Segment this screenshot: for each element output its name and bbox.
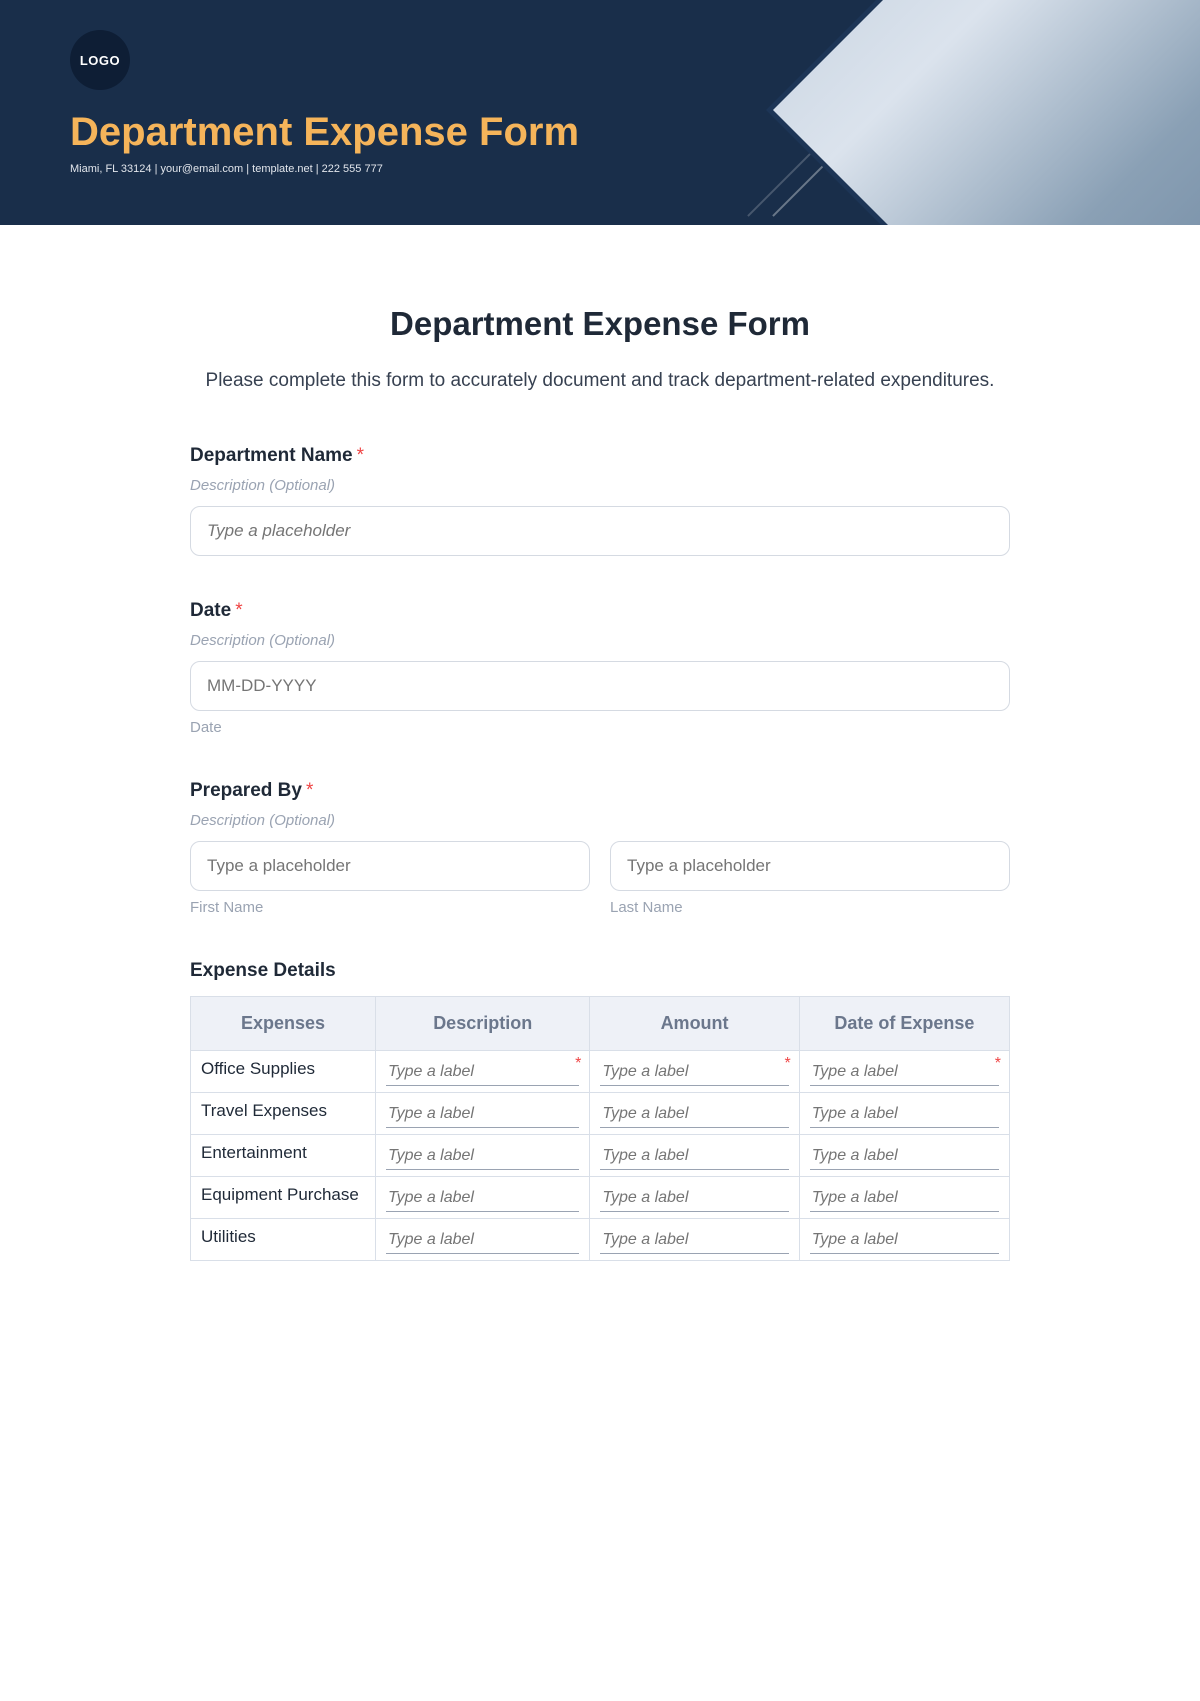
field-department-name: Department Name* Description (Optional): [190, 445, 1010, 556]
expense-cell-input[interactable]: [810, 1185, 999, 1212]
prepared-by-label: Prepared By: [190, 780, 302, 801]
expense-input-cell: [799, 1135, 1009, 1177]
table-row: Equipment Purchase: [191, 1177, 1010, 1219]
table-header-date: Date of Expense: [799, 997, 1009, 1051]
expense-cell-input[interactable]: [386, 1143, 579, 1170]
date-description: Description (Optional): [190, 632, 1010, 649]
expense-input-cell: [590, 1135, 799, 1177]
expense-input-cell: *: [799, 1051, 1009, 1093]
expense-cell-input[interactable]: [810, 1059, 999, 1086]
department-name-input[interactable]: [190, 506, 1010, 556]
expense-input-cell: [376, 1219, 590, 1261]
expense-cell-input[interactable]: [600, 1143, 788, 1170]
hero-banner: LOGO Department Expense Form Miami, FL 3…: [0, 0, 1200, 225]
table-row: Entertainment: [191, 1135, 1010, 1177]
expense-cell-input[interactable]: [810, 1101, 999, 1128]
expense-name-cell: Equipment Purchase: [191, 1177, 376, 1219]
expense-cell-input[interactable]: [600, 1059, 788, 1086]
department-name-label: Department Name: [190, 445, 353, 466]
expense-input-cell: [590, 1219, 799, 1261]
table-row: Office Supplies * * *: [191, 1051, 1010, 1093]
expense-input-cell: *: [376, 1051, 590, 1093]
table-header-expenses: Expenses: [191, 997, 376, 1051]
required-mark: *: [575, 1055, 581, 1073]
expense-cell-input[interactable]: [810, 1227, 999, 1254]
expense-input-cell: *: [590, 1051, 799, 1093]
logo: LOGO: [70, 30, 130, 90]
required-mark: *: [306, 780, 313, 801]
expense-input-cell: [590, 1177, 799, 1219]
expense-cell-input[interactable]: [386, 1185, 579, 1212]
expense-input-cell: [799, 1219, 1009, 1261]
expense-name-cell: Office Supplies: [191, 1051, 376, 1093]
expense-name-cell: Travel Expenses: [191, 1093, 376, 1135]
prepared-by-description: Description (Optional): [190, 812, 1010, 829]
expense-cell-input[interactable]: [600, 1101, 788, 1128]
last-name-sublabel: Last Name: [610, 899, 1010, 916]
form-title: Department Expense Form: [190, 305, 1010, 343]
table-row: Travel Expenses: [191, 1093, 1010, 1135]
expense-table: Expenses Description Amount Date of Expe…: [190, 996, 1010, 1261]
table-header-amount: Amount: [590, 997, 799, 1051]
expense-details-title: Expense Details: [190, 960, 1010, 982]
expense-input-cell: [590, 1093, 799, 1135]
date-label: Date: [190, 600, 231, 621]
department-name-description: Description (Optional): [190, 477, 1010, 494]
expense-cell-input[interactable]: [600, 1185, 788, 1212]
expense-input-cell: [376, 1135, 590, 1177]
table-header-description: Description: [376, 997, 590, 1051]
form-intro: Please complete this form to accurately …: [190, 365, 1010, 397]
expense-cell-input[interactable]: [600, 1227, 788, 1254]
required-mark: *: [235, 600, 242, 621]
expense-cell-input[interactable]: [386, 1227, 579, 1254]
first-name-sublabel: First Name: [190, 899, 590, 916]
date-sublabel: Date: [190, 719, 1010, 736]
required-mark: *: [995, 1055, 1001, 1073]
required-mark: *: [784, 1055, 790, 1073]
last-name-input[interactable]: [610, 841, 1010, 891]
expense-input-cell: [799, 1093, 1009, 1135]
expense-input-cell: [799, 1177, 1009, 1219]
expense-name-cell: Entertainment: [191, 1135, 376, 1177]
hero-title: Department Expense Form: [70, 110, 1200, 155]
expense-name-cell: Utilities: [191, 1219, 376, 1261]
first-name-input[interactable]: [190, 841, 590, 891]
field-prepared-by: Prepared By* Description (Optional) Firs…: [190, 780, 1010, 916]
expense-cell-input[interactable]: [386, 1059, 579, 1086]
hero-subtitle: Miami, FL 33124 | your@email.com | templ…: [70, 163, 1200, 175]
expense-input-cell: [376, 1177, 590, 1219]
table-row: Utilities: [191, 1219, 1010, 1261]
date-input[interactable]: [190, 661, 1010, 711]
expense-cell-input[interactable]: [386, 1101, 579, 1128]
required-mark: *: [357, 445, 364, 466]
expense-input-cell: [376, 1093, 590, 1135]
expense-cell-input[interactable]: [810, 1143, 999, 1170]
field-date: Date* Description (Optional) Date: [190, 600, 1010, 736]
